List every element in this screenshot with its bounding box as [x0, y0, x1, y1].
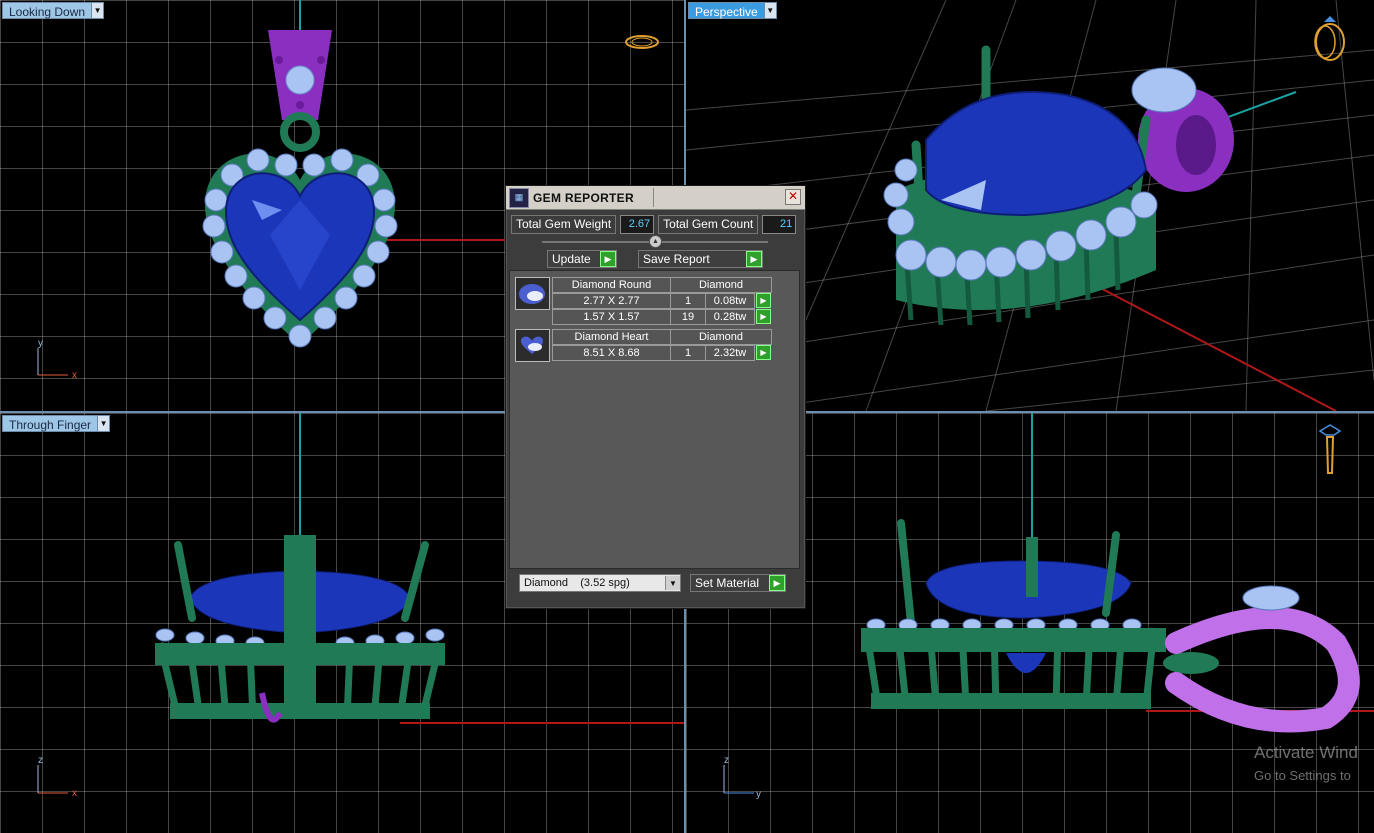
- axis-gizmo: y z: [723, 755, 761, 800]
- total-weight-label: Total Gem Weight: [511, 215, 617, 234]
- gem-size-cell: 8.51 X 8.68: [552, 345, 671, 361]
- viewport-view-selector[interactable]: Looking Down ▼: [2, 2, 105, 19]
- gem-material-cell: Diamond: [670, 329, 772, 345]
- gem-weight-cell: 0.28tw: [705, 309, 755, 325]
- heart-gem-thumbnail: [515, 329, 550, 362]
- ring-icon: [625, 35, 659, 49]
- chevron-down-icon[interactable]: ▼: [92, 2, 105, 19]
- material-dropdown[interactable]: Diamond (3.52 spg) ▼: [519, 574, 681, 592]
- set-material-button-label: Set Material: [695, 576, 760, 590]
- gem-size-cell: 1.57 X 1.57: [552, 309, 671, 325]
- gem-reporter-dialog: ▦ GEM REPORTER ✕ Total Gem Weight 2.67 T…: [505, 185, 806, 609]
- axis-gizmo: x y: [37, 338, 77, 381]
- svg-text:z: z: [724, 755, 729, 766]
- activation-watermark-title: Activate Wind: [1254, 743, 1358, 762]
- svg-text:x: x: [72, 370, 77, 381]
- total-count-label: Total Gem Count: [658, 215, 759, 234]
- total-count-value: 21: [762, 215, 797, 234]
- viewport-view-selector[interactable]: Perspective ▼: [688, 2, 777, 19]
- set-material-button[interactable]: Set Material ▶: [690, 574, 786, 592]
- gem-count-cell: 1: [670, 293, 706, 309]
- gem-material-cell: Diamond: [670, 277, 772, 293]
- pendant-icon: [1318, 424, 1342, 474]
- collapse-toggle-icon[interactable]: ▲: [649, 235, 662, 248]
- save-report-button[interactable]: Save Report ▶: [638, 250, 763, 268]
- play-arrow-icon[interactable]: ▶: [769, 575, 785, 591]
- svg-text:y: y: [756, 789, 761, 800]
- svg-text:x: x: [72, 788, 77, 799]
- svg-text:z: z: [38, 755, 43, 766]
- viewport-label: Through Finger: [2, 415, 99, 432]
- viewport-label: Looking Down: [2, 2, 93, 19]
- update-button[interactable]: Update ▶: [547, 250, 617, 268]
- play-arrow-icon[interactable]: ▶: [756, 309, 771, 324]
- gem-size-cell: 2.77 X 2.77: [552, 293, 671, 309]
- play-arrow-icon[interactable]: ▶: [600, 251, 616, 267]
- play-arrow-icon[interactable]: ▶: [756, 293, 771, 308]
- total-weight-value: 2.67: [620, 215, 655, 234]
- gem-report-list: Diamond Round Diamond 2.77 X 2.77 1 0.08…: [509, 270, 800, 569]
- play-arrow-icon[interactable]: ▶: [746, 251, 762, 267]
- gem-shape-cell: Diamond Heart: [552, 329, 671, 345]
- close-icon[interactable]: ✕: [785, 189, 801, 205]
- chevron-down-icon[interactable]: ▼: [98, 415, 111, 432]
- save-report-button-label: Save Report: [643, 252, 710, 266]
- update-button-label: Update: [552, 252, 591, 266]
- material-dropdown-value: Diamond (3.52 spg): [524, 577, 630, 589]
- chevron-down-icon[interactable]: ▼: [764, 2, 777, 19]
- svg-text:y: y: [38, 338, 43, 349]
- activation-watermark-subtitle: Go to Settings to: [1254, 768, 1351, 783]
- gem-count-cell: 1: [670, 345, 706, 361]
- gem-weight-cell: 0.08tw: [705, 293, 755, 309]
- chevron-down-icon[interactable]: ▼: [665, 576, 680, 590]
- totals-row: Total Gem Weight 2.67 Total Gem Count 21: [511, 215, 797, 234]
- gem-reporter-app-icon: ▦: [509, 187, 529, 208]
- dialog-titlebar[interactable]: ▦ GEM REPORTER ✕: [506, 186, 805, 210]
- gem-count-cell: 19: [670, 309, 706, 325]
- gem-shape-cell: Diamond Round: [552, 277, 671, 293]
- viewport-view-selector[interactable]: Through Finger ▼: [2, 415, 111, 432]
- viewport-label: Perspective: [688, 2, 765, 19]
- play-arrow-icon[interactable]: ▶: [756, 345, 771, 360]
- axis-gizmo: x z: [37, 755, 77, 799]
- round-gem-thumbnail: [515, 277, 550, 310]
- gem-weight-cell: 2.32tw: [705, 345, 755, 361]
- dialog-title: GEM REPORTER: [533, 190, 634, 205]
- titlebar-separator: [653, 188, 654, 207]
